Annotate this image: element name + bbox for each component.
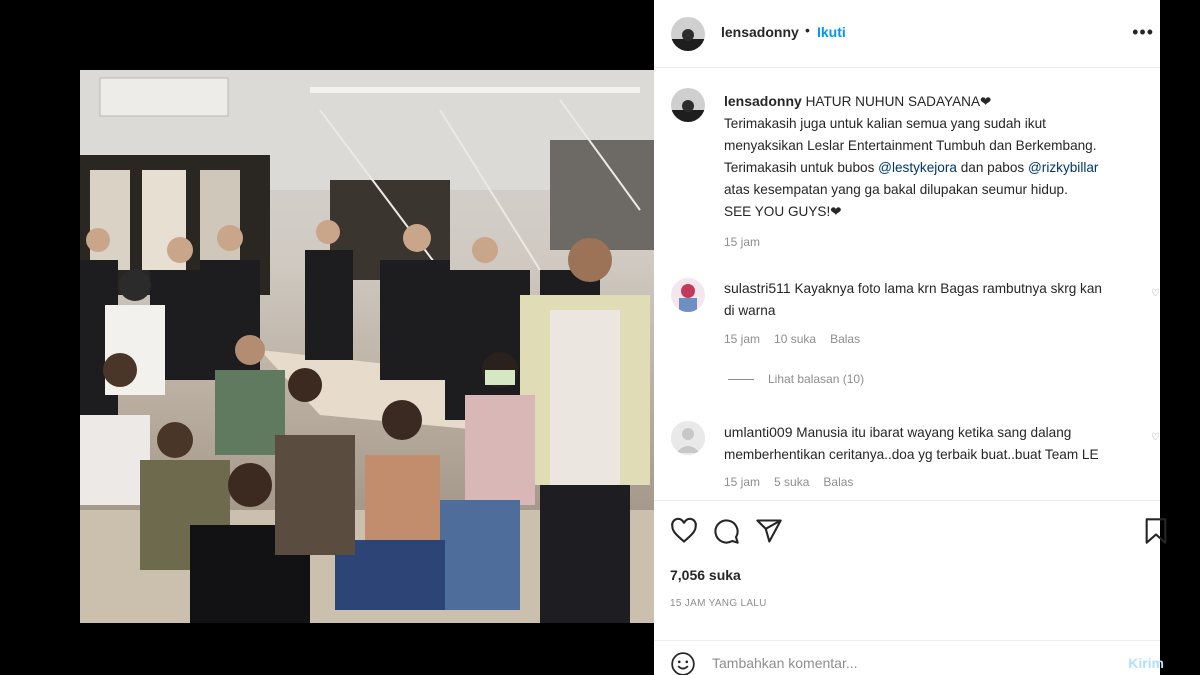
comment-input[interactable]: Tambahkan komentar... xyxy=(712,655,858,671)
share-icon[interactable] xyxy=(755,517,783,545)
dot-separator: • xyxy=(805,22,810,38)
reply-button[interactable]: Balas xyxy=(823,475,853,489)
follow-button[interactable]: Ikuti xyxy=(817,24,846,40)
comment-like-icon[interactable]: ♡ xyxy=(1151,288,1160,299)
comment-likes[interactable]: 10 suka xyxy=(774,332,816,346)
comment-time[interactable]: 15 jam xyxy=(724,332,760,346)
comment-text: Kayaknya foto lama krn Bagas rambutnya s… xyxy=(794,281,1102,296)
post-media-area xyxy=(80,0,654,675)
mention-link[interactable]: @lestykejora xyxy=(878,160,957,175)
comment-time[interactable]: 15 jam xyxy=(724,475,760,489)
comment-icon[interactable] xyxy=(712,517,740,545)
post-caption: lensadonny HATUR NUHUN SADAYANA❤ Terimak… xyxy=(724,90,1144,253)
group-photo-illustration xyxy=(80,70,654,623)
bookmark-icon[interactable] xyxy=(1142,517,1170,545)
view-replies-label[interactable]: Lihat balasan (10) xyxy=(768,372,864,386)
mention-link[interactable]: @rizkybillar xyxy=(1028,160,1098,175)
more-options-icon[interactable]: ••• xyxy=(1132,22,1154,43)
caption-title: HATUR NUHUN SADAYANA xyxy=(805,94,981,109)
caption-line: Terimakasih juga untuk kalian semua yang… xyxy=(724,116,1046,131)
post-detail-panel: lensadonny • Ikuti ••• lensadonny HATUR … xyxy=(654,0,1167,675)
comment-text: di warna xyxy=(724,303,776,318)
heart-emoji-icon: ❤ xyxy=(980,94,992,109)
heart-icon[interactable] xyxy=(670,517,698,545)
caption-username[interactable]: lensadonny xyxy=(724,93,802,109)
heart-emoji-icon: ❤ xyxy=(830,204,842,219)
caption-line: atas kesempatan yang ga bakal dilupakan … xyxy=(724,182,1068,197)
caption-text: dan pabos xyxy=(960,160,1025,175)
caption-line: menyaksikan Leslar Entertainment Tumbuh … xyxy=(724,138,1097,153)
comment-meta: 15 jam 5 suka Balas xyxy=(724,475,853,489)
replies-line xyxy=(728,378,754,380)
post-comment-button[interactable]: Kirim xyxy=(1128,655,1164,671)
comment-username[interactable]: sulastri511 xyxy=(724,280,791,296)
comment-likes[interactable]: 5 suka xyxy=(774,475,809,489)
comment-text: Manusia itu ibarat wayang ketika sang da… xyxy=(796,425,1072,440)
post-photo[interactable] xyxy=(80,70,654,623)
likes-count[interactable]: 7,056 suka xyxy=(670,567,741,583)
post-header: lensadonny • Ikuti ••• xyxy=(654,0,1160,68)
caption-text: Terimakasih untuk bubos xyxy=(724,160,875,175)
comment-meta: 15 jam 10 suka Balas xyxy=(724,332,860,346)
caption-avatar[interactable] xyxy=(671,88,705,122)
post-time-ago[interactable]: 15 JAM YANG LALU xyxy=(670,598,767,609)
comment-text: memberhentikan ceritanya..doa yg terbaik… xyxy=(724,447,1099,462)
caption-timestamp[interactable]: 15 jam xyxy=(724,231,1144,253)
add-comment-bar: Tambahkan komentar... Kirim xyxy=(654,640,1164,675)
comment-item: sulastri511 Kayaknya foto lama krn Bagas… xyxy=(724,277,1144,322)
comment-like-icon[interactable]: ♡ xyxy=(1151,432,1160,443)
commenter-avatar[interactable] xyxy=(671,278,705,312)
post-actions-bar: 7,056 suka 15 JAM YANG LALU xyxy=(654,500,1167,635)
author-avatar[interactable] xyxy=(671,17,705,51)
reply-button[interactable]: Balas xyxy=(830,332,860,346)
view-replies-button[interactable]: Lihat balasan (10) xyxy=(728,372,864,386)
emoji-icon[interactable] xyxy=(670,651,696,675)
comment-item: umlanti009 Manusia itu ibarat wayang ket… xyxy=(724,421,1144,466)
commenter-avatar[interactable] xyxy=(671,421,705,455)
comment-username[interactable]: umlanti009 xyxy=(724,424,793,440)
caption-line: SEE YOU GUYS! xyxy=(724,204,831,219)
author-username[interactable]: lensadonny xyxy=(721,24,799,40)
